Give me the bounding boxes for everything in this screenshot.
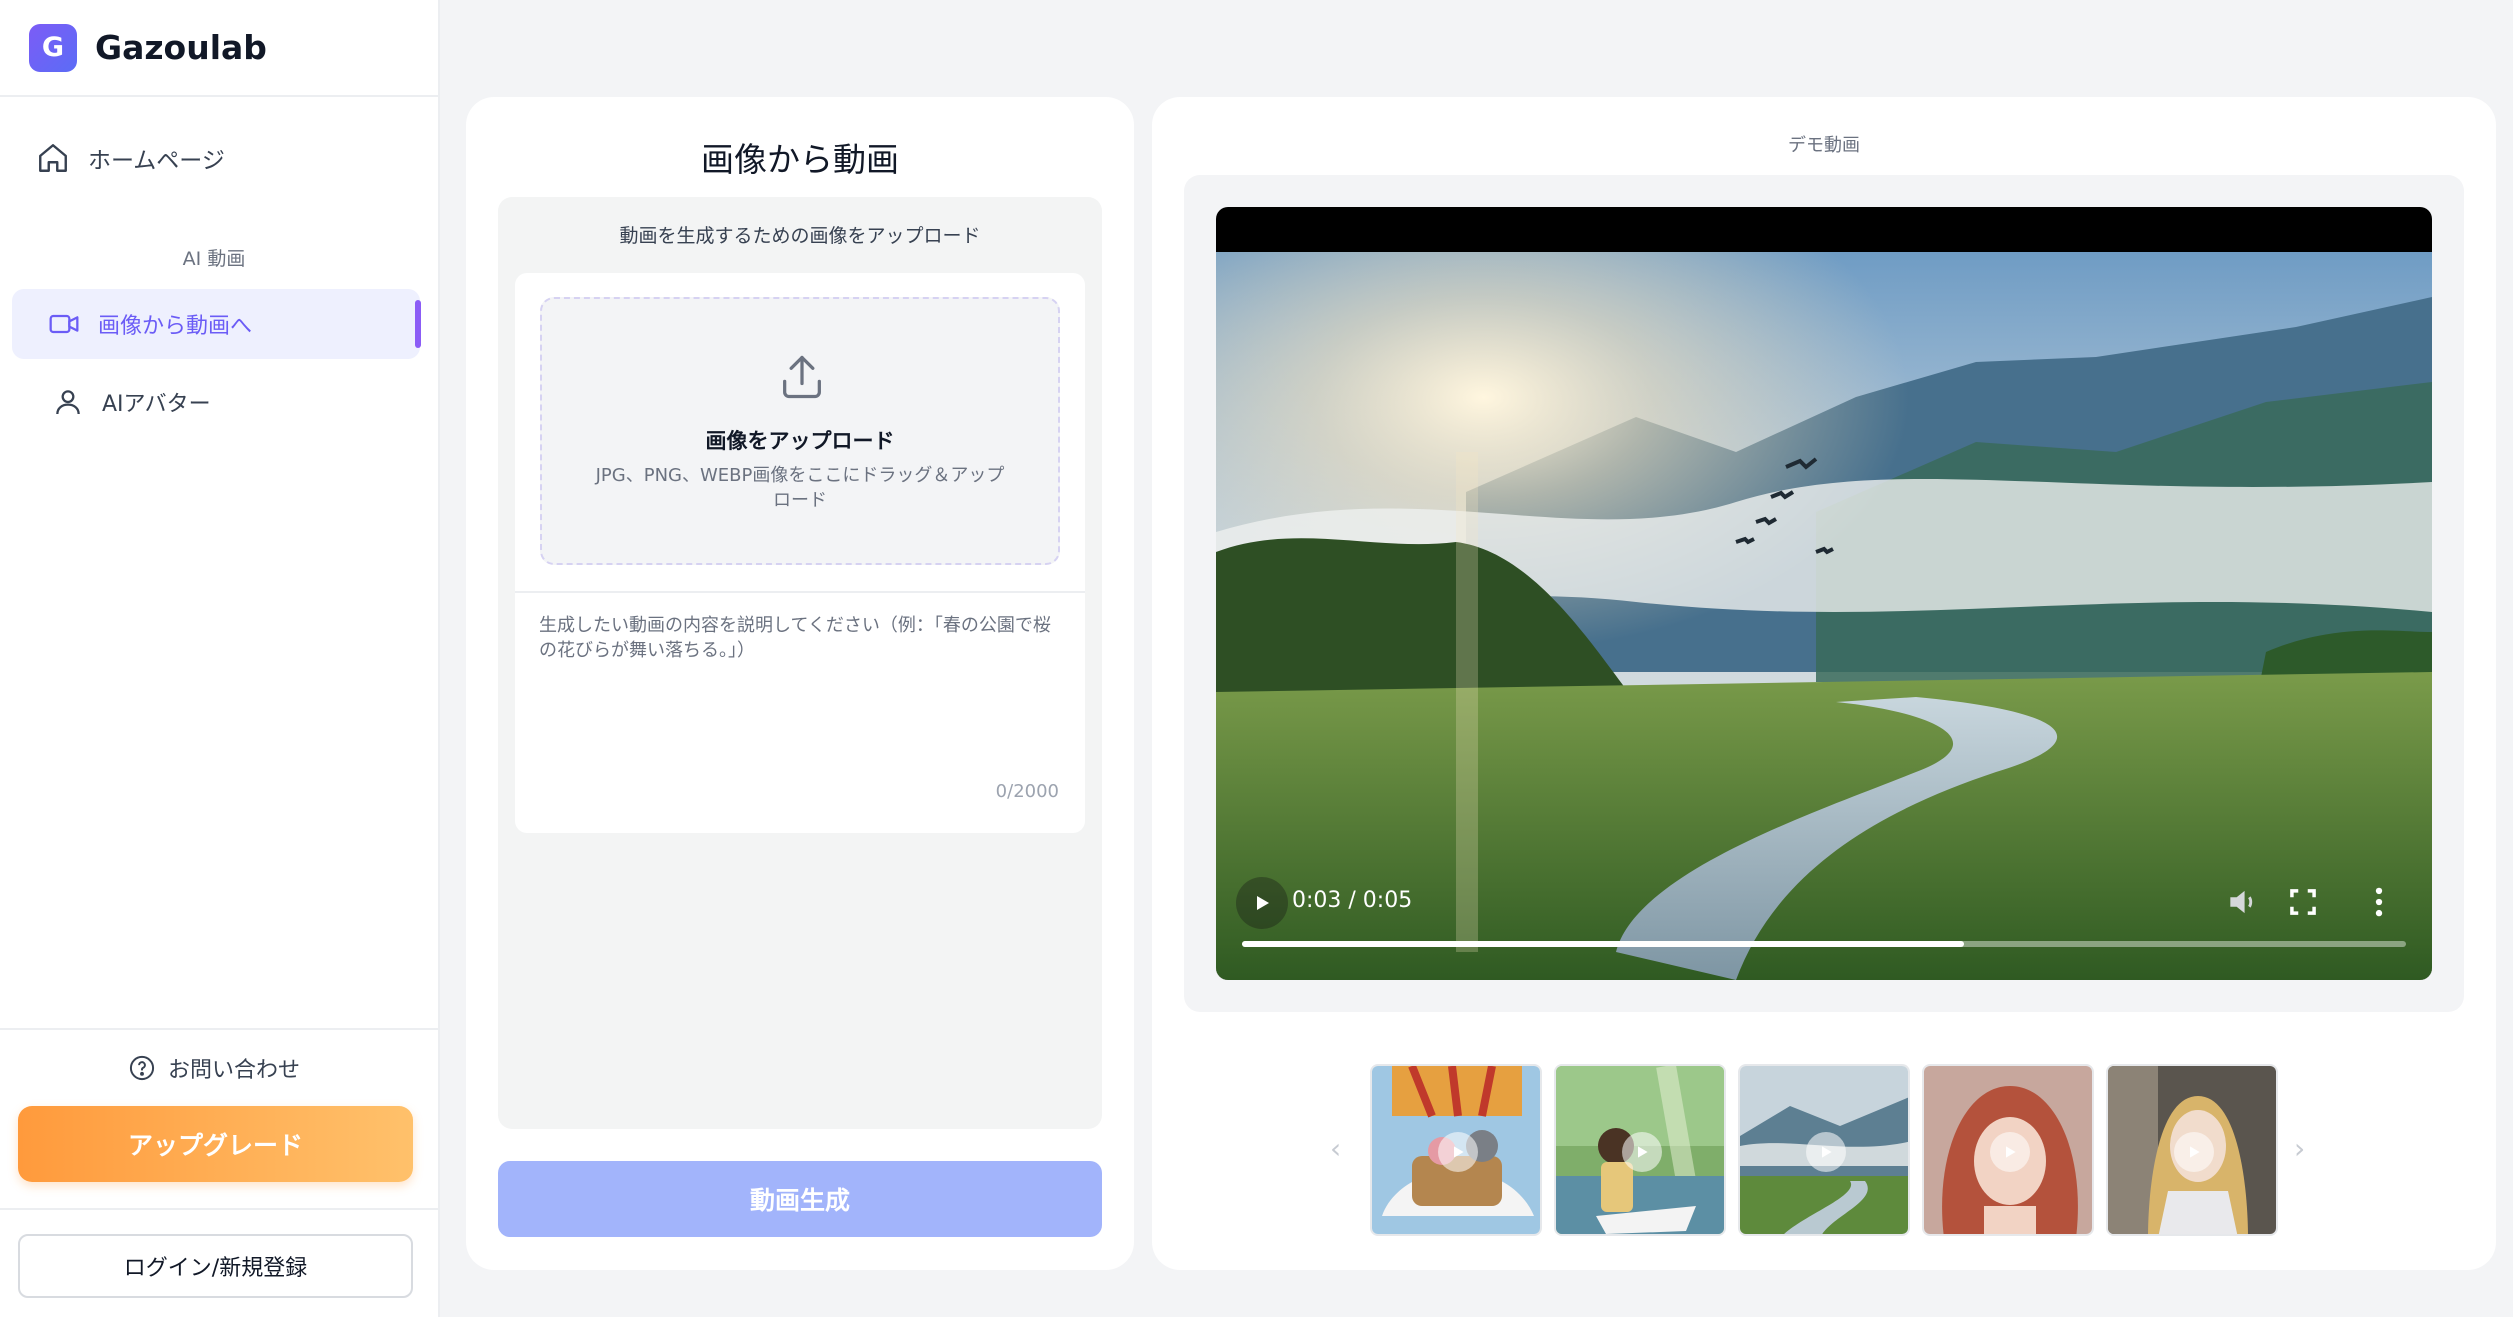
active-indicator xyxy=(415,300,421,348)
play-icon xyxy=(1622,1132,1662,1172)
play-icon xyxy=(1990,1132,2030,1172)
user-icon xyxy=(56,390,80,415)
divider xyxy=(0,1208,438,1210)
sidebar-item-ai-avatar[interactable]: AIアバター xyxy=(12,374,420,430)
video-icon xyxy=(49,314,79,334)
video-frame-river-landscape xyxy=(1216,252,2432,980)
upload-card: 画像をアップロード JPG、PNG、WEBP画像をここにドラッグ＆アップロード … xyxy=(515,273,1085,833)
contact-link[interactable]: お問い合わせ xyxy=(0,1052,428,1084)
generate-video-button[interactable]: 動画生成 xyxy=(498,1161,1102,1237)
upload-section: 動画を生成するための画像をアップロード 画像をアップロード JPG、PNG、WE… xyxy=(498,197,1102,1129)
sidebar-item-image-to-video[interactable]: 画像から動画へ xyxy=(12,289,421,359)
video-progress-fill xyxy=(1242,941,1964,947)
volume-icon[interactable] xyxy=(2224,883,2262,921)
upgrade-button[interactable]: アップグレード xyxy=(18,1106,413,1182)
page-title: 画像から動画 xyxy=(701,140,899,179)
upload-section-subtitle: 動画を生成するための画像をアップロード xyxy=(619,225,981,247)
nav-section-ai-video: AI 動画 xyxy=(182,248,246,270)
nav-home-label: ホームページ xyxy=(88,148,225,174)
fullscreen-icon[interactable] xyxy=(2284,883,2322,921)
thumbnail-item[interactable] xyxy=(1554,1064,1726,1236)
upload-icon xyxy=(783,355,821,399)
brand[interactable]: G Gazoulab xyxy=(0,0,438,97)
divider xyxy=(515,591,1085,593)
play-icon xyxy=(1257,896,1269,910)
play-icon xyxy=(1806,1132,1846,1172)
thumbnail-item[interactable] xyxy=(1370,1064,1542,1236)
prompt-textarea[interactable] xyxy=(539,613,1063,733)
brand-logo: G xyxy=(29,23,77,72)
login-register-button[interactable]: ログイン/新規登録 xyxy=(18,1234,413,1298)
brand-name: Gazoulab xyxy=(95,28,267,67)
demo-video-container: 0:03 / 0:05 xyxy=(1184,175,2464,1012)
upload-title: 画像をアップロード xyxy=(705,429,895,453)
demo-video-player[interactable]: 0:03 / 0:05 xyxy=(1216,207,2432,980)
upload-hint: JPG、PNG、WEBP画像をここにドラッグ＆アップロード xyxy=(595,465,1005,511)
thumbnail-item[interactable] xyxy=(2106,1064,2278,1236)
home-icon xyxy=(39,144,67,172)
carousel-next-icon[interactable]: › xyxy=(2294,1132,2305,1165)
image-dropzone[interactable]: 画像をアップロード JPG、PNG、WEBP画像をここにドラッグ＆アップロード xyxy=(540,297,1060,565)
video-time: 0:03 / 0:05 xyxy=(1292,888,1413,913)
more-options-icon[interactable] xyxy=(2360,883,2398,921)
sidebar: G Gazoulab ホームページ AI 動画 画像から動画へ AIアバター お… xyxy=(0,0,440,1317)
play-icon xyxy=(2174,1132,2214,1172)
help-icon xyxy=(129,1055,155,1081)
thumbnail-item[interactable] xyxy=(1738,1064,1910,1236)
demo-label: デモ動画 xyxy=(1788,135,1860,156)
video-progress-bar[interactable] xyxy=(1242,941,2406,947)
play-icon xyxy=(1438,1132,1478,1172)
demo-panel: デモ動画 0:03 / 0:05 ‹ › xyxy=(1152,97,2496,1270)
generator-panel: 画像から動画 動画を生成するための画像をアップロード 画像をアップロード JPG… xyxy=(466,97,1134,1270)
nav-home[interactable]: ホームページ xyxy=(12,130,420,186)
character-counter: 0/2000 xyxy=(995,781,1059,802)
contact-label: お問い合わせ xyxy=(167,1058,300,1083)
sidebar-item-label: AIアバター xyxy=(102,392,211,417)
carousel-prev-icon[interactable]: ‹ xyxy=(1330,1132,1341,1165)
thumbnail-item[interactable] xyxy=(1922,1064,2094,1236)
play-button[interactable] xyxy=(1236,877,1288,929)
divider xyxy=(0,1028,438,1030)
sidebar-item-label: 画像から動画へ xyxy=(98,314,253,339)
